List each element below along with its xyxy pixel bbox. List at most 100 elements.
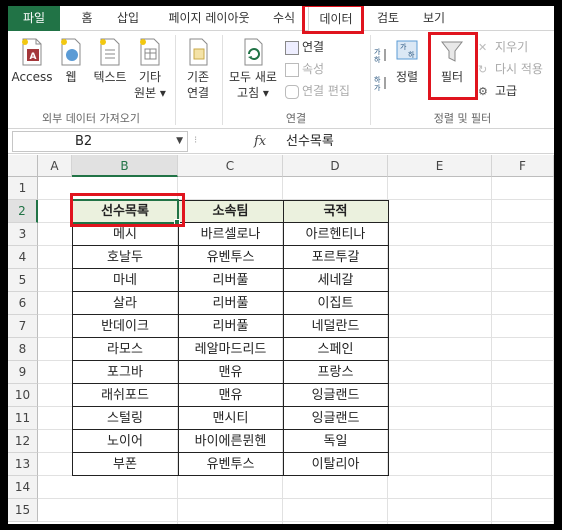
table-border xyxy=(72,383,389,384)
row-header-3[interactable]: 3 xyxy=(8,223,38,246)
table-cell[interactable]: 맨유 xyxy=(178,384,283,407)
name-box[interactable]: B2 ▼ xyxy=(12,131,188,152)
row-header-1[interactable]: 1 xyxy=(8,177,38,200)
table-cell[interactable]: 리버풀 xyxy=(178,315,283,338)
gridline xyxy=(38,521,554,522)
filter-button[interactable]: 필터 xyxy=(432,37,472,85)
row-header-10[interactable]: 10 xyxy=(8,384,38,407)
sort-asc-button[interactable]: 가 하 xyxy=(374,47,388,67)
table-cell[interactable]: 바르셀로나 xyxy=(178,223,283,246)
properties-button[interactable]: 속성 xyxy=(285,59,324,79)
column-header-e[interactable]: E xyxy=(388,155,492,177)
row-header-5[interactable]: 5 xyxy=(8,269,38,292)
row-header-12[interactable]: 12 xyxy=(8,430,38,453)
table-cell[interactable]: 이탈리아 xyxy=(283,453,388,476)
table-cell[interactable]: 잉글랜드 xyxy=(283,407,388,430)
table-cell[interactable]: 레알마드리드 xyxy=(178,338,283,361)
access-button[interactable]: A Access xyxy=(10,37,54,85)
group-label-external-data: 외부 데이터 가져오기 xyxy=(41,112,141,125)
row-header-9[interactable]: 9 xyxy=(8,361,38,384)
table-cell[interactable]: 노이어 xyxy=(72,430,178,453)
column-header-b[interactable]: B xyxy=(72,155,178,177)
column-header-a[interactable]: A xyxy=(38,155,72,177)
table-cell[interactable]: 포르투갈 xyxy=(283,246,388,269)
existing-connections-button[interactable]: 기존 연결 xyxy=(178,37,218,101)
table-header-cell[interactable]: 국적 xyxy=(283,200,388,223)
svg-text:가: 가 xyxy=(400,42,407,51)
edit-links-button[interactable]: 연결 편집 xyxy=(285,81,350,101)
chevron-down-icon[interactable]: ▼ xyxy=(176,132,183,151)
existing-connections-icon xyxy=(189,38,208,66)
table-cell[interactable]: 프랑스 xyxy=(283,361,388,384)
select-all-corner[interactable] xyxy=(8,155,38,177)
column-header-d[interactable]: D xyxy=(283,155,388,177)
table-cell[interactable]: 맨시티 xyxy=(178,407,283,430)
table-cell[interactable]: 포그바 xyxy=(72,361,178,384)
table-cell[interactable]: 라모스 xyxy=(72,338,178,361)
tab-review[interactable]: 검토 xyxy=(368,6,408,31)
text-button[interactable]: 텍스트 xyxy=(88,37,132,85)
table-cell[interactable]: 잉글랜드 xyxy=(283,384,388,407)
table-cell[interactable]: 래쉬포드 xyxy=(72,384,178,407)
tab-view[interactable]: 보기 xyxy=(414,6,454,31)
svg-text:가: 가 xyxy=(374,47,381,56)
column-header-c[interactable]: C xyxy=(178,155,283,177)
table-cell[interactable]: 부폰 xyxy=(72,453,178,476)
sort-label: 정렬 xyxy=(395,70,419,84)
table-cell[interactable]: 유벤투스 xyxy=(178,246,283,269)
web-label: 웹 xyxy=(65,70,77,84)
table-cell[interactable]: 리버풀 xyxy=(178,292,283,315)
table-cell[interactable]: 마네 xyxy=(72,269,178,292)
other-sources-button[interactable]: 기타 원본 ▾ xyxy=(132,37,168,101)
table-cell[interactable]: 유벤투스 xyxy=(178,453,283,476)
table-cell[interactable]: 스털링 xyxy=(72,407,178,430)
table-cell[interactable]: 메시 xyxy=(72,223,178,246)
table-cell[interactable]: 네덜란드 xyxy=(283,315,388,338)
table-cell[interactable]: 살라 xyxy=(72,292,178,315)
row-header-8[interactable]: 8 xyxy=(8,338,38,361)
tab-page-layout[interactable]: 페이지 레이아웃 xyxy=(154,6,264,31)
worksheet-grid[interactable]: ABCDEF 1 2 3 4 5 6 7 8 9 10 11 12 13 14 15 선수목록 소속팀 국적 메시… xyxy=(8,155,554,524)
clear-filter-button[interactable]: ✕ 지우기 xyxy=(478,37,528,57)
table-cell[interactable]: 세네갈 xyxy=(283,269,388,292)
table-cell[interactable]: 아르헨티나 xyxy=(283,223,388,246)
sort-button[interactable]: 가 하 정렬 xyxy=(390,37,424,85)
tab-formulas[interactable]: 수식 xyxy=(266,6,302,31)
reapply-icon: ↻ xyxy=(478,62,488,76)
row-header-14[interactable]: 14 xyxy=(8,476,38,499)
row-header-11[interactable]: 11 xyxy=(8,407,38,430)
table-cell[interactable]: 맨유 xyxy=(178,361,283,384)
table-cell[interactable]: 리버풀 xyxy=(178,269,283,292)
table-header-cell[interactable]: 소속팀 xyxy=(178,200,283,223)
tab-data[interactable]: 데이터 xyxy=(308,6,364,32)
row-header-4[interactable]: 4 xyxy=(8,246,38,269)
table-cell[interactable]: 바이에른뮌헨 xyxy=(178,430,283,453)
reapply-button[interactable]: ↻ 다시 적용 xyxy=(478,59,543,79)
table-header-cell[interactable]: 선수목록 xyxy=(72,200,178,223)
table-cell[interactable]: 호날두 xyxy=(72,246,178,269)
fill-handle[interactable] xyxy=(174,219,180,225)
column-header-f[interactable]: F xyxy=(492,155,554,177)
web-button[interactable]: 웹 xyxy=(56,37,86,85)
table-border xyxy=(72,475,389,476)
row-header-13[interactable]: 13 xyxy=(8,453,38,476)
tab-insert[interactable]: 삽입 xyxy=(108,6,148,31)
formula-input[interactable]: 선수목록 xyxy=(280,131,552,152)
refresh-all-button[interactable]: 모두 새로 고침 ▾ xyxy=(224,37,282,101)
table-cell[interactable]: 이집트 xyxy=(283,292,388,315)
advanced-filter-button[interactable]: ⚙ 고급 xyxy=(478,81,517,101)
row-header-2[interactable]: 2 xyxy=(8,200,38,223)
table-cell[interactable]: 반데이크 xyxy=(72,315,178,338)
formula-bar-grip[interactable]: ⁝ xyxy=(194,135,204,147)
name-box-value: B2 xyxy=(75,134,93,149)
insert-function-icon[interactable]: fx xyxy=(254,132,274,151)
sort-desc-button[interactable]: 하 가 xyxy=(374,75,388,95)
row-header-15[interactable]: 15 xyxy=(8,499,38,522)
table-cell[interactable]: 스페인 xyxy=(283,338,388,361)
table-cell[interactable]: 독일 xyxy=(283,430,388,453)
tab-home[interactable]: 홈 xyxy=(70,6,104,31)
tab-file[interactable]: 파일 xyxy=(8,6,60,31)
row-header-6[interactable]: 6 xyxy=(8,292,38,315)
row-header-7[interactable]: 7 xyxy=(8,315,38,338)
connections-button[interactable]: 연결 xyxy=(285,37,324,57)
